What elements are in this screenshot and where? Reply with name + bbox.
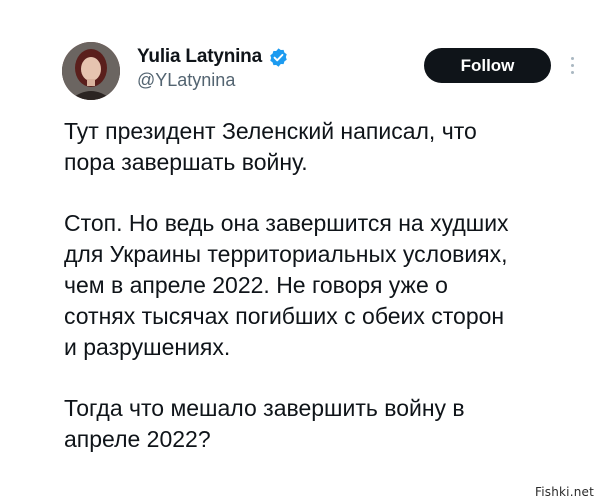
tweet-text: Тут президент Зеленский написал, что пор… bbox=[64, 116, 584, 455]
avatar[interactable] bbox=[62, 42, 120, 100]
more-vertical-icon[interactable] bbox=[563, 52, 581, 78]
tweet-line: Стоп. Но ведь она завершится на худших bbox=[64, 210, 509, 236]
tweet-line: сотнях тысячах погибших с обеих сторон bbox=[64, 303, 505, 329]
tweet-line: и разрушениях. bbox=[64, 334, 231, 360]
tweet-line: пора завершать войну. bbox=[64, 149, 308, 175]
author-handle[interactable]: @YLatynina bbox=[137, 70, 235, 91]
tweet-line: чем в апреле 2022. Не говоря уже о bbox=[64, 272, 448, 298]
tweet-line: Тогда что мешало завершить войну в bbox=[64, 395, 465, 421]
tweet-card: Yulia Latynina @YLatynina Follow Тут пре… bbox=[0, 0, 600, 503]
user-avatar-icon bbox=[62, 42, 120, 100]
tweet-paragraph: Тогда что мешало завершить войну в апрел… bbox=[64, 393, 584, 455]
watermark: Fishki.net bbox=[534, 485, 594, 499]
tweet-paragraph: Тут президент Зеленский написал, что пор… bbox=[64, 116, 584, 178]
tweet-line: апреле 2022? bbox=[64, 426, 211, 452]
follow-button[interactable]: Follow bbox=[424, 48, 551, 83]
verified-badge-icon bbox=[268, 47, 289, 68]
tweet-line: Тут президент Зеленский написал, что bbox=[64, 118, 477, 144]
author-name-row: Yulia Latynina bbox=[137, 44, 289, 70]
tweet-line: для Украины территориальных условиях, bbox=[64, 241, 508, 267]
author-display-name[interactable]: Yulia Latynina bbox=[137, 46, 262, 68]
tweet-paragraph: Стоп. Но ведь она завершится на худших д… bbox=[64, 208, 584, 363]
